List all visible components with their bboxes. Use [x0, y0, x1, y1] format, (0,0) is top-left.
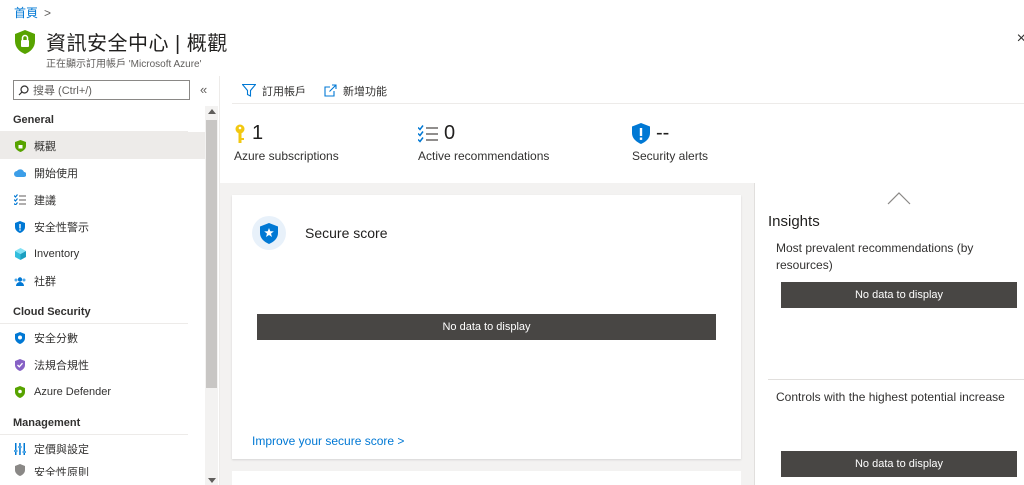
next-card: [232, 471, 741, 485]
secure-score-title: Secure score: [305, 225, 388, 241]
secure-score-card[interactable]: Secure score No data to display Improve …: [232, 195, 741, 459]
stat-value: 0: [444, 122, 456, 144]
insights-section-prevalent: Most prevalent recommendations (by resou…: [776, 241, 974, 272]
security-center-shield-icon: [15, 29, 35, 54]
search-icon: [18, 84, 29, 95]
group-title-management: Management: [0, 411, 188, 435]
sidebar-item-pricing-settings[interactable]: 定價與設定: [0, 435, 205, 462]
chevron-up-icon[interactable]: [887, 191, 911, 205]
insights-divider: [768, 379, 1024, 380]
list-check-icon: [14, 194, 26, 206]
sidebar-item-security-alerts[interactable]: 安全性警示: [0, 213, 205, 240]
sidebar-item-label: Azure Defender: [34, 385, 112, 398]
stat-value: --: [656, 122, 670, 144]
sidebar-item-label: 概觀: [34, 140, 56, 153]
settings-bars-icon: [14, 442, 26, 455]
sidebar-item-label: 安全分數: [34, 332, 78, 345]
title-row: 資訊安全中心 | 概觀: [14, 27, 228, 56]
sidebar-item-azure-defender[interactable]: Azure Defender: [0, 378, 205, 405]
shield-alert-icon: [632, 123, 650, 144]
defender-icon: [14, 385, 26, 398]
filter-icon: [242, 84, 256, 97]
scroll-up-arrow[interactable]: [208, 109, 216, 114]
sidebar-item-label: 法規合規性: [34, 359, 89, 372]
sidebar-item-regulatory-compliance[interactable]: 法規合規性: [0, 351, 205, 378]
controls-no-data: No data to display: [781, 451, 1017, 477]
sidebar-item-label: 定價與設定: [34, 443, 89, 456]
scroll-down-arrow[interactable]: [208, 478, 216, 483]
secure-score-no-data: No data to display: [257, 314, 716, 340]
sidebar-search-input[interactable]: 搜尋 (Ctrl+/): [13, 80, 190, 100]
external-link-icon: [324, 84, 337, 97]
breadcrumb-home-link[interactable]: 首頁: [14, 4, 38, 21]
sidebar-item-label: 社群: [34, 275, 56, 288]
page-subtitle: 正在顯示訂用帳戶 'Microsoft Azure': [46, 59, 202, 70]
stat-security-alerts[interactable]: -- Security alerts: [632, 122, 708, 163]
breadcrumb-separator: >: [44, 5, 52, 20]
sidebar-item-security-policy[interactable]: 安全性原則: [0, 462, 205, 476]
command-bar: 訂用帳戶 新增功能: [232, 78, 1024, 104]
search-placeholder: 搜尋 (Ctrl+/): [33, 85, 92, 97]
sidebar-nav: General 概觀 開始使用 建議 安全性警示 Inventory 社群 Cl…: [0, 108, 205, 476]
insights-section-controls: Controls with the highest potential incr…: [776, 390, 1005, 404]
sidebar-item-label: 安全性警示: [34, 221, 89, 234]
improve-secure-score-link[interactable]: Improve your secure score >: [252, 434, 404, 448]
page-title: 資訊安全中心 | 概觀: [46, 33, 228, 55]
cloud-icon: [14, 167, 26, 179]
sidebar-item-recommendations[interactable]: 建議: [0, 186, 205, 213]
group-title-cloud-security: Cloud Security: [0, 300, 188, 324]
sidebar-item-label: Inventory: [34, 247, 80, 260]
prevalent-no-data: No data to display: [781, 282, 1017, 308]
subscriptions-label: 訂用帳戶: [262, 85, 306, 98]
compliance-icon: [14, 358, 26, 371]
secure-score-icon: [14, 331, 26, 344]
policy-icon: [14, 464, 26, 476]
whats-new-button[interactable]: 新增功能: [324, 83, 387, 99]
stat-label: Azure subscriptions: [234, 149, 339, 163]
close-icon[interactable]: ×: [1017, 30, 1024, 48]
sidebar-item-inventory[interactable]: Inventory: [0, 240, 205, 267]
insights-panel: Insights Most prevalent recommendations …: [754, 183, 1024, 485]
sidebar-item-label: 開始使用: [34, 167, 78, 180]
sidebar-item-community[interactable]: 社群: [0, 267, 205, 294]
shield-green-icon: [14, 139, 26, 152]
summary-stats: 1 Azure subscriptions 0 Active recommend…: [232, 112, 1024, 182]
stat-label: Security alerts: [632, 149, 709, 163]
whats-new-label: 新增功能: [343, 85, 387, 98]
sidebar-item-label: 安全性原則: [34, 467, 89, 476]
sidebar-scrollbar[interactable]: [205, 106, 218, 485]
group-title-general: General: [0, 108, 188, 132]
sidebar-item-getting-started[interactable]: 開始使用: [0, 159, 205, 186]
collapse-sidebar-button[interactable]: «: [200, 82, 207, 97]
scrollbar-thumb[interactable]: [206, 120, 217, 388]
sidebar-item-overview[interactable]: 概觀: [0, 132, 205, 159]
stat-active-recommendations[interactable]: 0 Active recommendations: [418, 122, 549, 163]
community-icon: [14, 275, 26, 287]
insights-title: Insights: [768, 213, 820, 230]
sidebar: 搜尋 (Ctrl+/) « General 概觀 開始使用 建議 安全性警示 I…: [0, 76, 220, 485]
sidebar-item-label: 建議: [34, 194, 56, 207]
secure-score-badge-icon: [252, 216, 286, 250]
sidebar-item-secure-score[interactable]: 安全分數: [0, 324, 205, 351]
key-icon: [235, 124, 245, 143]
stat-azure-subscriptions[interactable]: 1 Azure subscriptions: [234, 122, 339, 163]
shield-blue-icon: [14, 220, 26, 233]
stat-label: Active recommendations: [418, 149, 550, 163]
list-check-icon: [418, 124, 438, 143]
cube-icon: [14, 247, 26, 260]
stat-value: 1: [252, 122, 264, 144]
subscriptions-filter-button[interactable]: 訂用帳戶: [242, 83, 306, 99]
breadcrumb: 首頁 >: [14, 4, 51, 21]
